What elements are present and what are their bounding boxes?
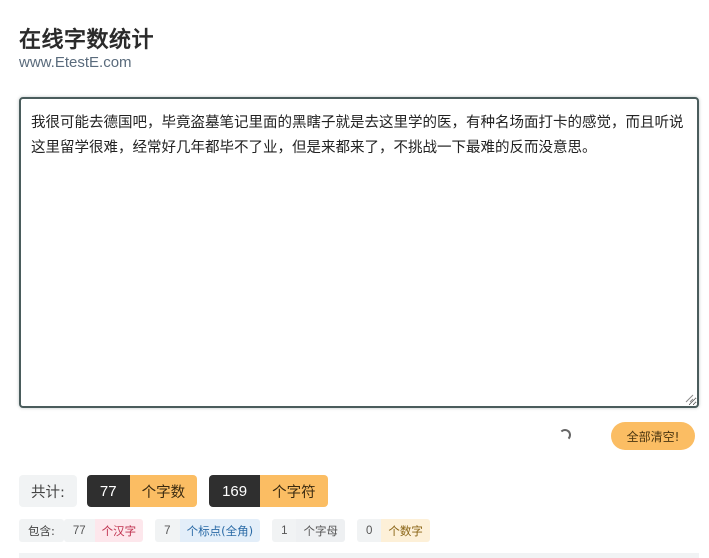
detail-stats: 包含: 77 个汉字 7 个标点(全角) 1 个字母 0 个数字 — [19, 519, 442, 542]
resize-handle-icon[interactable] — [684, 393, 694, 403]
letter-count-chip: 1 个字母 — [272, 519, 345, 542]
digit-count-label: 个数字 — [381, 519, 430, 542]
total-label: 共计: — [19, 475, 77, 507]
char-count-label: 个字数 — [129, 475, 198, 507]
loading-spinner-icon — [559, 429, 571, 441]
digit-count-chip: 0 个数字 — [356, 519, 430, 542]
symbol-count-label: 个字符 — [260, 475, 328, 507]
contains-label: 包含: — [19, 519, 64, 542]
total-stats: 共计: 77 个字数 169 个字符 — [19, 475, 340, 507]
punct-count-value: 7 — [155, 519, 180, 542]
hanzi-count-chip: 77 个汉字 — [63, 519, 144, 542]
char-count-value: 77 — [86, 475, 130, 507]
symbol-count-badge: 169 个字符 — [209, 475, 328, 507]
hanzi-count-value: 77 — [63, 519, 95, 542]
hanzi-count-label: 个汉字 — [94, 519, 144, 542]
digit-count-value: 0 — [356, 519, 382, 542]
punct-count-label: 个标点(全角) — [179, 519, 261, 542]
bottom-divider — [19, 553, 699, 558]
letter-count-label: 个字母 — [296, 519, 345, 542]
text-input-area[interactable]: 我很可能去德国吧，毕竟盗墓笔记里面的黑瞎子就是去这里学的医，有种名场面打卡的感觉… — [19, 97, 699, 408]
symbol-count-value: 169 — [209, 475, 261, 507]
punct-count-chip: 7 个标点(全角) — [155, 519, 261, 542]
page-title: 在线字数统计 — [19, 28, 155, 53]
editor-text: 我很可能去德国吧，毕竟盗墓笔记里面的黑瞎子就是去这里学的医，有种名场面打卡的感觉… — [31, 115, 684, 156]
char-count-badge: 77 个字数 — [86, 475, 198, 507]
site-url: www.EtestE.com — [19, 54, 132, 71]
letter-count-value: 1 — [272, 519, 297, 542]
clear-all-button[interactable]: 全部清空! — [611, 422, 695, 450]
